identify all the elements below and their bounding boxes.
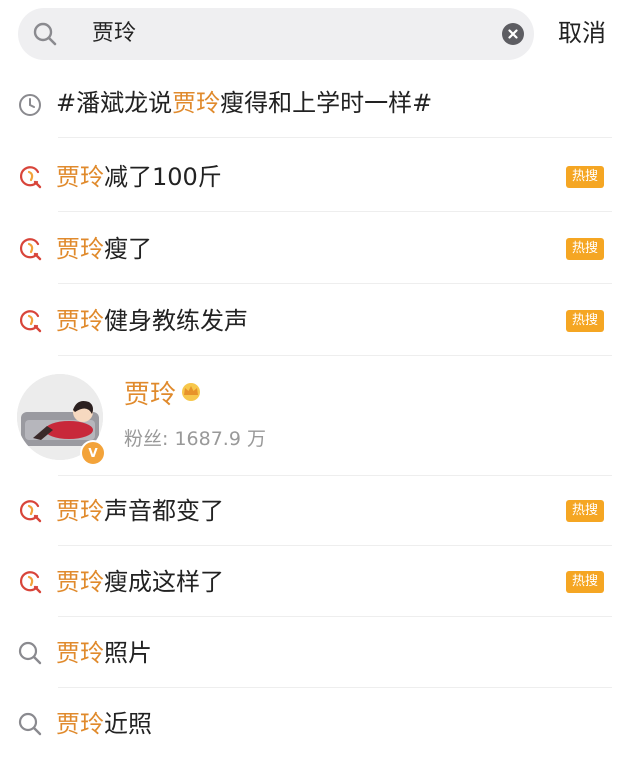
hot-badge: 热搜 (566, 571, 604, 593)
history-item[interactable]: #潘斌龙说贾玲瘦得和上学时一样# (0, 68, 640, 138)
cancel-button[interactable]: 取消 (558, 0, 606, 66)
suggestion-text: 贾玲照片 (56, 639, 152, 667)
suggestion-text: 贾玲瘦了 (56, 235, 152, 263)
search-icon (18, 712, 42, 736)
user-name[interactable]: 贾玲 (124, 374, 176, 411)
hot-badge: 热搜 (566, 310, 604, 332)
hot-search-icon (19, 238, 42, 261)
suggestion-text: 贾玲瘦成这样了 (56, 568, 224, 596)
divider (58, 616, 612, 617)
hot-search-icon (19, 166, 42, 189)
suggestion-item[interactable]: 贾玲瘦成这样了 热搜 (0, 547, 640, 617)
suggestion-text: 贾玲减了100斤 (56, 163, 222, 191)
search-input[interactable]: 贾玲 (18, 8, 534, 60)
hot-badge: 热搜 (566, 500, 604, 522)
suggestion-text: 贾玲声音都变了 (56, 497, 224, 525)
hot-search-icon (19, 500, 42, 523)
suggestion-item[interactable]: 贾玲近照 (0, 689, 640, 759)
search-icon (18, 641, 42, 665)
fans-count: 粉丝: 1687.9 万 (124, 428, 266, 450)
clear-icon[interactable] (502, 23, 524, 45)
divider (58, 211, 612, 212)
search-bar: 贾玲 取消 (0, 0, 640, 68)
hot-search-icon (19, 571, 42, 594)
search-query[interactable]: 贾玲 (92, 8, 136, 60)
user-result[interactable]: V 贾玲 粉丝: 1687.9 万 (0, 352, 640, 476)
divider (58, 137, 612, 138)
search-icon (33, 22, 57, 46)
hot-badge: 热搜 (566, 166, 604, 188)
hot-search-icon (19, 310, 42, 333)
suggestion-item[interactable]: 贾玲照片 (0, 618, 640, 688)
suggestion-item[interactable]: 贾玲健身教练发声 热搜 (0, 286, 640, 356)
verified-v-icon: V (80, 440, 106, 466)
suggestion-text: 贾玲健身教练发声 (56, 307, 248, 335)
divider (58, 283, 612, 284)
clock-icon (19, 94, 41, 116)
hot-badge: 热搜 (566, 238, 604, 260)
suggestion-item[interactable]: 贾玲减了100斤 热搜 (0, 142, 640, 212)
divider (58, 687, 612, 688)
suggestion-item[interactable]: 贾玲瘦了 热搜 (0, 214, 640, 284)
suggestion-item[interactable]: 贾玲声音都变了 热搜 (0, 476, 640, 546)
suggestion-text: 贾玲近照 (56, 710, 152, 738)
divider (58, 545, 612, 546)
history-text: #潘斌龙说贾玲瘦得和上学时一样# (56, 89, 433, 117)
crown-icon (182, 383, 200, 401)
